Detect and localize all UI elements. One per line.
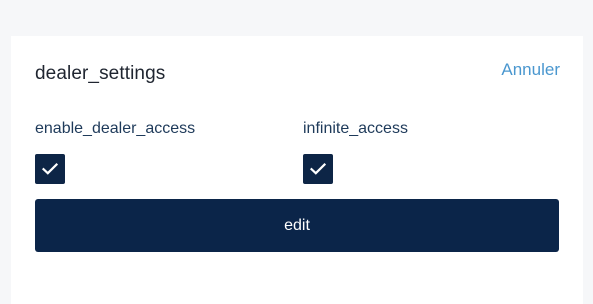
field-infinite-access: infinite_access [303, 120, 408, 184]
infinite-access-label: infinite_access [303, 120, 408, 137]
dealer-settings-card: dealer_settings Annuler enable_dealer_ac… [11, 36, 583, 304]
edit-button[interactable]: edit [35, 199, 559, 252]
enable-dealer-access-label: enable_dealer_access [35, 120, 196, 137]
enable-dealer-access-checkbox[interactable] [35, 154, 65, 184]
cancel-link[interactable]: Annuler [501, 60, 560, 80]
infinite-access-checkbox[interactable] [303, 154, 333, 184]
field-enable-dealer-access: enable_dealer_access [35, 120, 195, 184]
check-icon [310, 163, 326, 175]
card-title: dealer_settings [35, 63, 166, 84]
check-icon [42, 163, 58, 175]
